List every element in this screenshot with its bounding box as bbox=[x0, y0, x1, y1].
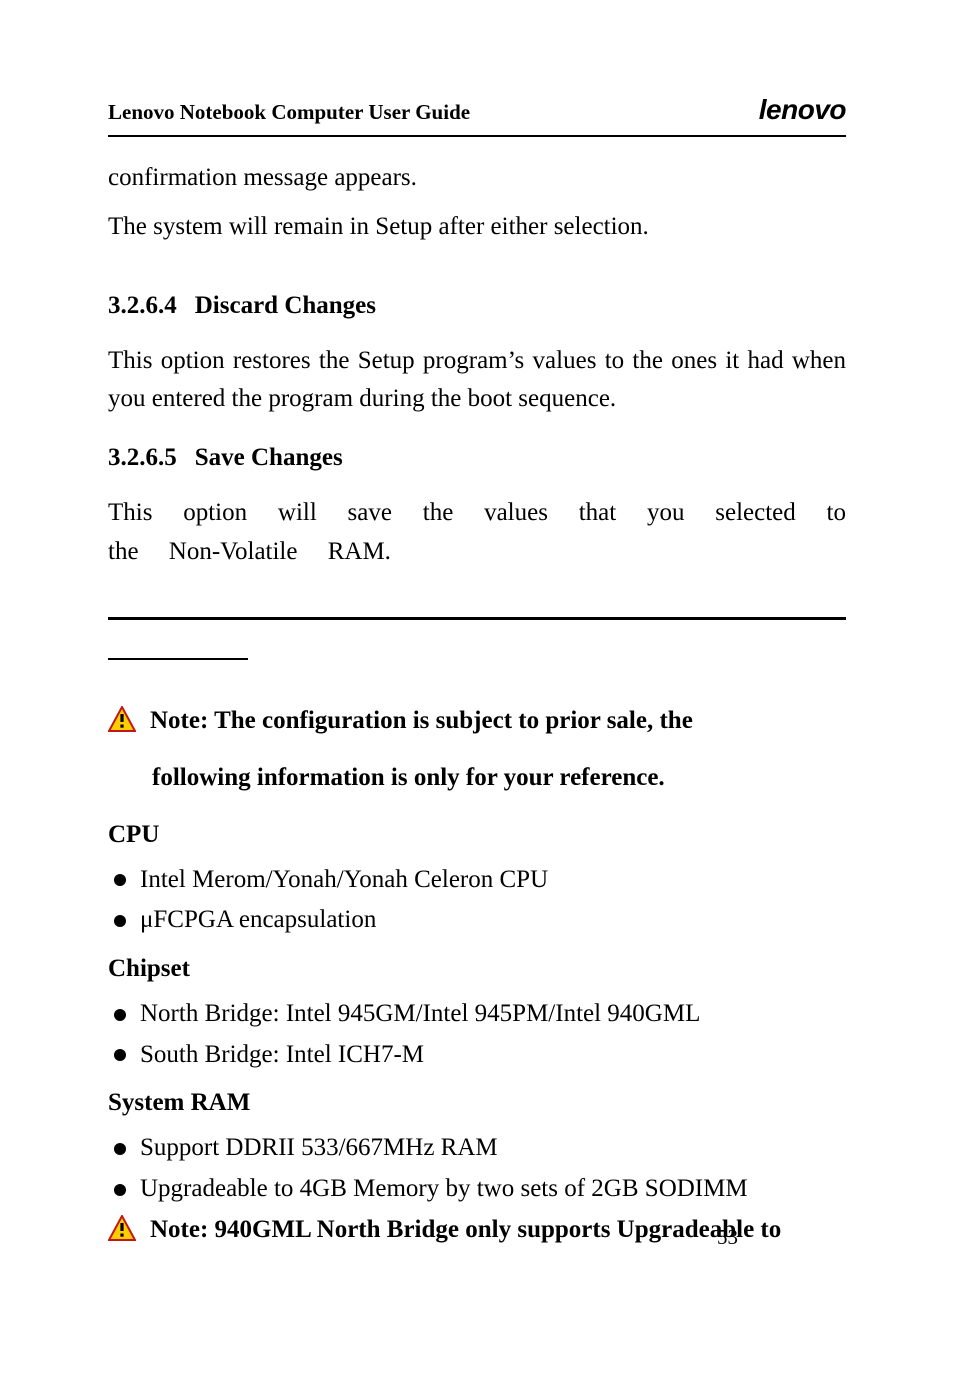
running-header: Lenovo Notebook Computer User Guide leno… bbox=[108, 88, 846, 137]
warning-icon bbox=[108, 706, 136, 745]
list-item: South Bridge: Intel ICH7‑M bbox=[108, 1036, 846, 1075]
heading-text: Save Changes bbox=[195, 444, 343, 471]
page-number: 53 bbox=[717, 1221, 738, 1254]
heading-discard-changes: 3.2.6.4 Discard Changes bbox=[108, 287, 846, 326]
heading-number: 3.2.6.4 bbox=[108, 287, 177, 326]
heading-number: 3.2.6.5 bbox=[108, 439, 177, 478]
note-940gml-text: Note: 940GML North Bridge only supports … bbox=[150, 1211, 781, 1250]
spec-head-cpu: CPU bbox=[108, 816, 846, 855]
discard-changes-body: This option restores the Setup program’s… bbox=[108, 342, 846, 420]
horizontal-rule bbox=[108, 617, 846, 620]
spec-head-ram: System RAM bbox=[108, 1084, 846, 1123]
save-changes-body: This option will save the values that yo… bbox=[108, 494, 846, 572]
list-item: Upgradeable to 4GB Memory by two sets of… bbox=[108, 1170, 846, 1209]
intro-line-2: The system will remain in Setup after ei… bbox=[108, 208, 846, 247]
brand-logo: lenovo bbox=[759, 88, 846, 131]
heading-text: Discard Changes bbox=[195, 292, 376, 319]
note-config: Note: The configuration is subject to pr… bbox=[108, 702, 846, 745]
intro-line-1: confirmation message appears. bbox=[108, 159, 846, 198]
short-rule bbox=[108, 658, 248, 660]
list-item: μFCPGA encapsulation bbox=[108, 901, 846, 940]
heading-save-changes: 3.2.6.5 Save Changes bbox=[108, 439, 846, 478]
cpu-list: Intel Merom/Yonah/Yonah Celeron CPU μFCP… bbox=[108, 861, 846, 941]
note-config-line1: Note: The configuration is subject to pr… bbox=[150, 702, 693, 741]
note-config-line2: following information is only for your r… bbox=[152, 759, 846, 798]
list-item: Intel Merom/Yonah/Yonah Celeron CPU bbox=[108, 861, 846, 900]
spec-head-chipset: Chipset bbox=[108, 950, 846, 989]
list-item: North Bridge: Intel 945GM/Intel 945PM/In… bbox=[108, 995, 846, 1034]
chipset-list: North Bridge: Intel 945GM/Intel 945PM/In… bbox=[108, 995, 846, 1075]
doc-title: Lenovo Notebook Computer User Guide bbox=[108, 96, 470, 129]
ram-list: Support DDRII 533/667MHz RAM Upgradeable… bbox=[108, 1129, 846, 1209]
warning-icon bbox=[108, 1215, 136, 1254]
list-item: Support DDRII 533/667MHz RAM bbox=[108, 1129, 846, 1168]
